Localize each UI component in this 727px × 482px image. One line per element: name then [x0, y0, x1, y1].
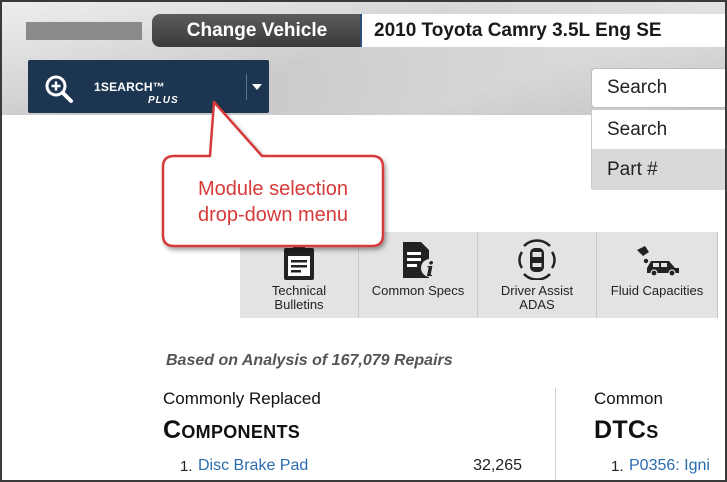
car-sensor-icon	[518, 239, 556, 280]
dtcs-heading: DTCs	[594, 416, 659, 444]
clipboard-list-icon	[284, 244, 314, 280]
tab-label-line2: ADAS	[519, 297, 555, 312]
tab-driver-assist-adas[interactable]: Driver Assist ADAS	[478, 232, 597, 318]
component-rank: 1.	[180, 458, 193, 475]
car-oil-can-icon	[637, 246, 679, 276]
svg-text:i: i	[426, 257, 434, 280]
module-tabs: Technical Bulletins i Common Specs Drive…	[240, 232, 727, 318]
document-info-icon: i	[403, 242, 439, 280]
components-heading: Components	[163, 416, 301, 444]
tab-technical-bulletins[interactable]: Technical Bulletins	[240, 232, 359, 318]
redacted-block	[26, 22, 142, 40]
search-type-menu: Search Part #	[591, 109, 727, 190]
module-name: 1SEARCH™	[94, 80, 165, 94]
callout-line2: drop-down menu	[197, 204, 349, 226]
change-vehicle-button[interactable]: Change Vehicle	[152, 14, 362, 47]
module-selection-button[interactable]: 1SEARCH™ PLUS	[28, 60, 269, 113]
tab-label-line1: Fluid Capacities	[610, 283, 704, 298]
analysis-note: Based on Analysis of 167,079 Repairs	[166, 352, 453, 369]
dtc-link[interactable]: P0356: Igni	[629, 457, 710, 475]
component-link[interactable]: Disc Brake Pad	[198, 457, 308, 475]
tab-fluid-capacities[interactable]: Fluid Capacities	[597, 232, 718, 318]
tab-label-line1: Technical	[271, 283, 327, 298]
magnifier-plus-icon	[45, 75, 73, 103]
tab-label-line2: Bulletins	[274, 297, 324, 312]
module-divider	[246, 74, 247, 100]
tab-label-line1: Driver Assist	[500, 283, 574, 298]
module-suffix: PLUS	[148, 95, 179, 106]
search-option-part-number[interactable]: Part #	[592, 150, 727, 190]
vehicle-name: 2010 Toyota Camry 3.5L Eng SE	[360, 14, 727, 47]
dtcs-subheading: Common	[594, 389, 663, 408]
callout-text: Module selection drop-down menu	[163, 176, 383, 228]
search-type-select[interactable]: Search	[591, 68, 727, 108]
tab-label-line1: Common Specs	[371, 283, 465, 298]
search-option-search[interactable]: Search	[592, 110, 727, 150]
dtc-rank: 1.	[611, 458, 624, 475]
components-subheading: Commonly Replaced	[163, 389, 321, 408]
callout-line1: Module selection	[197, 178, 349, 200]
component-count: 32,265	[473, 457, 522, 474]
caret-down-icon[interactable]	[250, 82, 264, 92]
tab-common-specs[interactable]: i Common Specs	[359, 232, 478, 318]
column-divider	[555, 388, 556, 482]
screenshot-frame: Change Vehicle 2010 Toyota Camry 3.5L En…	[0, 0, 727, 482]
